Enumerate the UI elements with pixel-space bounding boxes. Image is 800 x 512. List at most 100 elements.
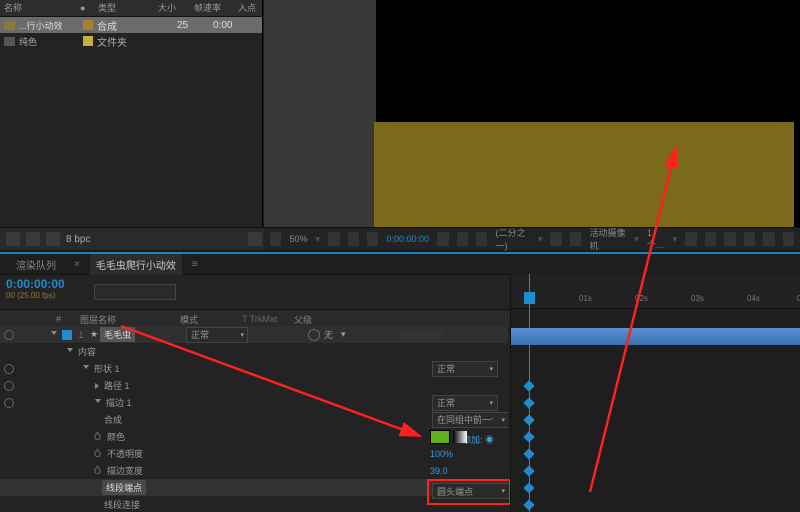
item-type: 文件夹 [97,34,149,49]
layer-search-input[interactable] [94,284,176,300]
resolution-icon[interactable] [328,232,339,246]
prop-stroke[interactable]: 描边 1 正常▾ [0,394,508,411]
col-type[interactable]: 类型 [94,0,154,16]
new-folder-icon[interactable] [26,232,40,246]
fps-label: 00 (25.00 fps) [6,291,88,300]
project-columns: 名称 ● 类型 大小 帧速率 入点 [0,0,262,17]
keyframe-icon[interactable] [523,397,534,408]
magnify-icon[interactable] [270,232,281,246]
project-item-folder[interactable]: 纯色 文件夹 [0,33,262,49]
stopwatch-icon[interactable]: Ŏ [94,432,101,442]
views-dropdown[interactable]: 1个... [647,228,665,251]
project-item-comp[interactable]: ...行小动效 合成 25 0:00 [0,17,262,33]
exposure-icon[interactable] [476,232,487,246]
new-comp-icon[interactable] [46,232,60,246]
keyframe-icon[interactable] [523,499,534,510]
timeline-icon[interactable] [744,232,755,246]
opacity-value[interactable]: 100% [430,449,453,459]
twirl-icon[interactable] [95,383,99,389]
viewer-toolbar: 50%▾ 0:00:00:00 (二分之一)▾ 活动摄像机▾ 1个...▾ [264,227,800,250]
shape-mode-dropdown[interactable]: 正常▾ [432,361,498,377]
visibility-toggle[interactable] [4,364,14,374]
col-parent[interactable]: 父级 [294,313,354,326]
visibility-toggle[interactable] [4,398,14,408]
tab-menu-icon[interactable]: ≡ [192,259,198,270]
shy-icon[interactable] [186,285,200,299]
col-layer-name[interactable]: 图层名称 [80,313,180,326]
layer-switches[interactable] [400,328,500,342]
stopwatch-icon[interactable]: Ŏ [94,449,101,459]
label-swatch[interactable] [62,330,72,340]
keyframe-icon[interactable] [523,414,534,425]
resolution-dropdown[interactable]: (二分之一) [495,226,529,252]
col-fps[interactable]: 帧速率 [190,0,234,16]
current-time[interactable]: 0:00:00:00 [386,234,429,244]
roi-icon[interactable] [550,232,561,246]
pixel-aspect-icon[interactable] [705,232,716,246]
layer-name[interactable]: 毛毛虫 [100,327,135,342]
mask-icon[interactable] [367,232,378,246]
twirl-icon[interactable] [95,399,101,406]
layer-duration-bar[interactable] [511,328,800,345]
visibility-toggle[interactable] [4,330,14,340]
share-icon[interactable] [685,232,696,246]
trash-icon[interactable] [248,232,262,246]
keyframe-icon[interactable] [523,431,534,442]
stopwatch-icon[interactable]: Ŏ [94,466,101,476]
prop-stroke-width[interactable]: Ŏ 描边宽度 39.0 [0,462,508,479]
col-trkmat[interactable]: T TrkMat [242,314,294,324]
keyframe-icon[interactable] [523,482,534,493]
stroke-mode-dropdown[interactable]: 正常▾ [432,395,498,411]
zoom-dropdown[interactable]: 50% [289,234,307,244]
tab-render-queue[interactable]: 渲染队列 [10,254,62,275]
channel-icon[interactable] [457,232,468,246]
layer-row[interactable]: 1 ★ 毛毛虫 正常▾ 无 ▾ [0,326,508,343]
prop-composite[interactable]: 合成 在同组中前一个之下▾ [0,411,508,428]
reset-exposure-icon[interactable] [783,232,794,246]
composite-dropdown[interactable]: 在同组中前一个之下▾ [432,412,508,428]
fast-preview-icon[interactable] [724,232,735,246]
camera-dropdown[interactable]: 活动摄像机 [589,226,626,252]
bpc-toggle[interactable]: 8 bpc [66,234,90,245]
keyframe-icon[interactable] [523,465,534,476]
col-name[interactable]: 名称 [0,0,76,16]
eyedropper-icon[interactable] [453,431,467,443]
label-swatch[interactable] [83,36,93,46]
prop-shape-group[interactable]: 形状 1 正常▾ [0,360,508,377]
stroke-width-value[interactable]: 39.0 [430,466,448,476]
keyframe-icon[interactable] [523,380,534,391]
interpret-icon[interactable] [6,232,20,246]
viewer-canvas[interactable] [264,0,800,228]
prop-path[interactable]: 路径 1 [0,377,508,394]
twirl-icon[interactable] [67,348,73,355]
col-in[interactable]: 入点 [234,0,262,16]
project-footer: 8 bpc [0,227,268,250]
col-tag[interactable]: ● [76,0,94,16]
snapshot-icon[interactable] [437,232,448,246]
prop-contents[interactable]: 内容 添加: ◉ [0,343,508,360]
item-type: 合成 [97,18,149,33]
current-timecode[interactable]: 0:00:00:00 [6,277,88,291]
twirl-icon[interactable] [51,331,57,338]
color-value[interactable] [430,430,467,444]
tab-composition[interactable]: 毛毛虫爬行小动效 [90,254,182,275]
prop-color[interactable]: Ŏ 颜色 [0,428,508,445]
blend-mode-dropdown[interactable]: 正常▾ [186,327,248,343]
twirl-icon[interactable] [83,365,89,372]
col-index[interactable]: # [56,314,80,324]
col-mode[interactable]: 模式 [180,313,242,326]
pickwhip-icon[interactable] [308,329,320,341]
col-size[interactable]: 大小 [154,0,190,16]
keyframe-icon[interactable] [523,448,534,459]
label-swatch[interactable] [83,20,93,30]
color-swatch[interactable] [430,430,450,444]
ruler-tick: 04s [747,294,760,303]
time-ruler[interactable]: 01s 02s 03s 04s 05s [511,274,800,309]
transparency-icon[interactable] [570,232,581,246]
parent-dropdown[interactable]: 无 ▾ [308,328,368,342]
timeline-graph[interactable]: 01s 02s 03s 04s 05s [510,274,800,512]
flowchart-icon[interactable] [763,232,774,246]
prop-opacity[interactable]: Ŏ 不透明度 100% [0,445,508,462]
visibility-toggle[interactable] [4,381,14,391]
grid-icon[interactable] [348,232,359,246]
